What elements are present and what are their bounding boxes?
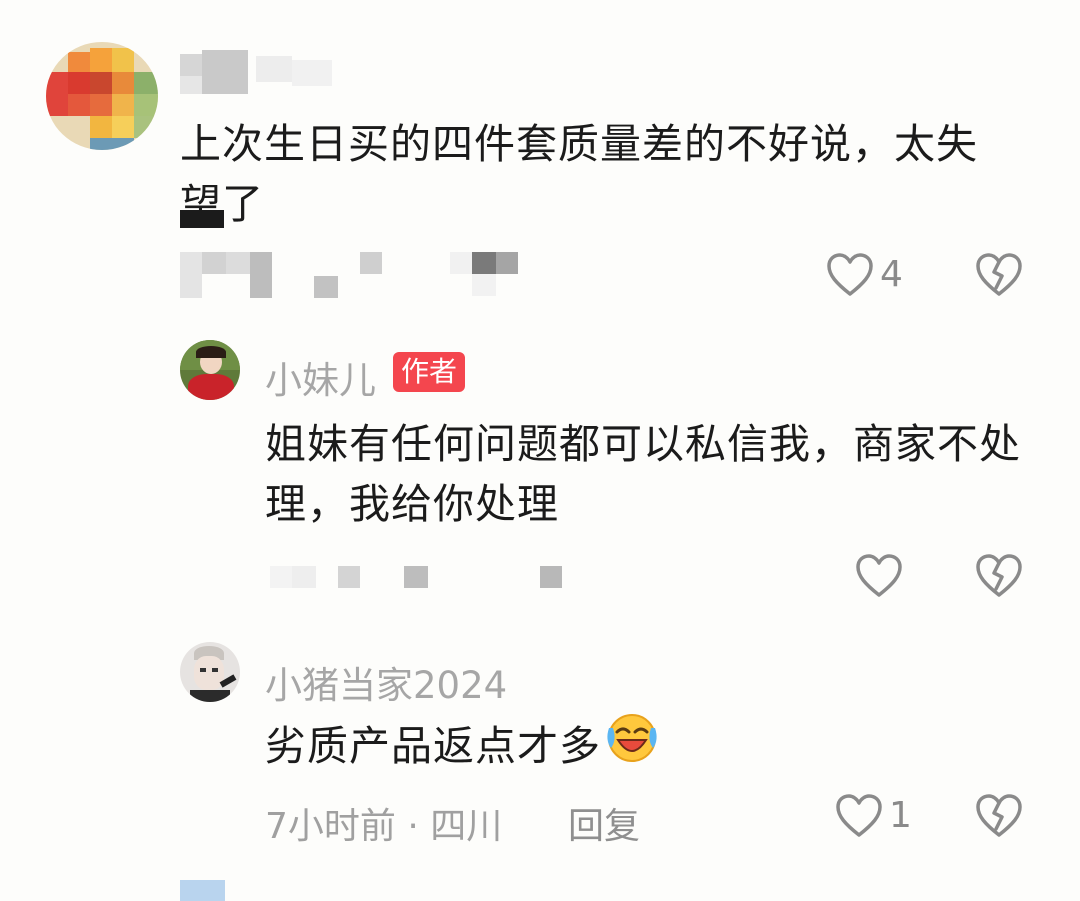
heart-outline-icon[interactable] <box>835 793 883 839</box>
heart-outline-icon[interactable] <box>826 252 874 298</box>
avatar[interactable] <box>46 42 158 150</box>
redaction-bar <box>180 210 224 228</box>
avatar[interactable] <box>180 340 240 400</box>
heart-outline-icon[interactable] <box>855 553 903 599</box>
time-location: 7小时前 · 四川 <box>265 806 503 847</box>
reply-button[interactable]: 回复 <box>568 797 640 849</box>
like-count: 4 <box>880 254 903 295</box>
meta-blurred <box>180 252 520 300</box>
username-blurred[interactable] <box>180 50 340 96</box>
broken-heart-icon[interactable] <box>975 252 1023 298</box>
like-count: 1 <box>889 795 912 836</box>
username[interactable]: 小猪当家2024 <box>265 655 507 709</box>
comment-text: 劣质产品返点才多 <box>265 714 661 780</box>
laughing-crying-emoji-icon <box>603 710 661 780</box>
comment-text: 姐妹有任何问题都可以私信我，商家不处理，我给你处理 <box>265 420 1021 528</box>
meta-blurred <box>270 566 570 590</box>
username[interactable]: 小妹儿 <box>265 350 376 404</box>
broken-heart-icon[interactable] <box>975 553 1023 599</box>
author-badge: 作者 <box>393 352 466 392</box>
comment-text-content: 劣质产品返点才多 <box>265 722 601 770</box>
comment-text: 上次生日买的四件套质量差的不好说，太失望了 <box>180 120 978 228</box>
next-comment-avatar-partial[interactable] <box>180 880 225 901</box>
broken-heart-icon[interactable] <box>975 793 1023 839</box>
avatar[interactable] <box>180 642 240 702</box>
